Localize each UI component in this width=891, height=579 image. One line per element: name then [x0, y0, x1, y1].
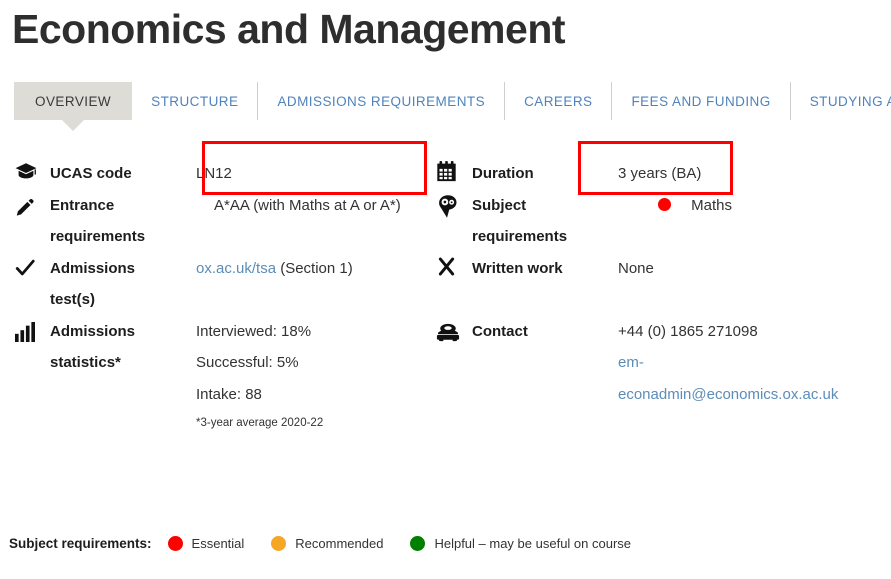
tab-label: STRUCTURE: [151, 93, 239, 109]
tab-structure[interactable]: STRUCTURE: [132, 82, 259, 120]
info-label: Admissions statistics*: [50, 316, 196, 379]
info-row-subject-requirements: Subject requirements Maths: [436, 140, 891, 253]
info-value-duration: 3 years (BA): [618, 165, 702, 182]
subject-requirement-label: Maths: [691, 196, 733, 214]
info-value-entrance-requirements: A*AA (with Maths at A or A*): [214, 196, 401, 214]
stat-line-intake: Intake: 88: [196, 385, 262, 403]
info-column-right: Duration 3 years (BA) Subject requiremen…: [436, 140, 891, 411]
cross-icon: [436, 253, 472, 277]
info-row-entrance-requirements: Entrance requirements A*AA (with Maths a…: [14, 140, 434, 253]
info-label-line-1: Subject: [472, 196, 527, 214]
tab-careers[interactable]: CAREERS: [505, 82, 613, 120]
tab-label: FEES AND FUNDING: [631, 93, 771, 109]
info-label-line-1: Admissions: [50, 322, 136, 340]
legend-label: Essential: [191, 536, 245, 551]
stat-line-successful: Successful: 5%: [196, 354, 299, 372]
info-value-admissions-statistics: Interviewed: 18% Successful: 5% Intake: …: [196, 316, 434, 437]
legend-item-recommended: Recommended: [271, 536, 383, 551]
tab-bar: OVERVIEW STRUCTURE ADMISSIONS REQUIREMEN…: [14, 82, 891, 120]
info-value-subject-requirements: Maths: [618, 190, 891, 222]
tab-label: ADMISSIONS REQUIREMENTS: [277, 93, 486, 109]
info-column-left: UCAS code LN12 Entrance requirements A*A…: [14, 140, 434, 437]
legend-title: Subject requirements:: [9, 536, 152, 551]
info-row-duration: Duration 3 years (BA): [436, 158, 891, 190]
info-row-written-work: Written work None: [436, 253, 891, 316]
legend-dot-essential: [167, 536, 183, 551]
info-label: Subject requirements: [472, 190, 618, 253]
admissions-statistics-footnote: *3-year average 2020-22: [196, 417, 324, 430]
legend-dot-helpful: [410, 536, 426, 551]
tab-label: CAREERS: [524, 93, 593, 109]
tab-label: STUDYING AT OXFORD: [809, 93, 891, 109]
tab-admissions-requirements[interactable]: ADMISSIONS REQUIREMENTS: [258, 82, 506, 120]
stat-line-interviewed: Interviewed: 18%: [196, 322, 312, 340]
contact-phone: +44 (0) 1865 271098: [618, 322, 758, 340]
info-value-written-work: None: [618, 259, 654, 277]
admissions-test-section: (Section 1): [276, 259, 353, 277]
info-label-line-1: Entrance: [50, 196, 115, 214]
legend-item-essential: Essential: [167, 536, 245, 551]
legend-item-helpful: Helpful – may be useful on course: [410, 536, 631, 551]
legend-dot-recommended: [271, 536, 287, 551]
info-label: Contact: [472, 322, 528, 340]
info-value-ucas-code: LN12: [196, 165, 232, 182]
head-gears-icon: [436, 190, 472, 219]
info-label: Written work: [472, 259, 563, 277]
check-icon: [14, 253, 50, 279]
info-label-line-2: requirements: [472, 228, 568, 246]
info-row-admissions-test: Admissions test(s) ox.ac.uk/tsa (Section…: [14, 253, 434, 316]
tab-overview[interactable]: OVERVIEW: [14, 82, 133, 120]
info-label: UCAS code: [50, 165, 132, 182]
graduation-cap-icon: [14, 158, 50, 184]
tab-label: OVERVIEW: [35, 93, 112, 109]
page-title: Economics and Management: [12, 6, 566, 52]
legend-label: Helpful – may be useful on course: [434, 536, 632, 551]
info-label: Admissions test(s): [50, 253, 196, 316]
subject-requirements-legend: Subject requirements: Essential Recommen…: [9, 536, 658, 551]
info-label: Entrance requirements: [50, 190, 196, 253]
info-row-contact: Contact +44 (0) 1865 271098 em- econadmi…: [436, 316, 891, 411]
info-label: Duration: [472, 165, 534, 182]
info-value-admissions-test: ox.ac.uk/tsa (Section 1): [196, 253, 434, 285]
info-label-line-2: statistics*: [50, 354, 121, 372]
tab-fees-and-funding[interactable]: FEES AND FUNDING: [612, 82, 791, 120]
info-row-ucas-code: UCAS code LN12: [14, 158, 434, 190]
calendar-icon: [436, 158, 472, 182]
info-label-line-2: test(s): [50, 291, 96, 309]
pencil-icon: [14, 190, 50, 218]
contact-email-link-line-2[interactable]: econadmin@economics.ox.ac.uk: [618, 379, 891, 411]
info-label-line-2: requirements: [50, 228, 146, 246]
contact-email-link-line-1[interactable]: em-: [618, 347, 891, 379]
tab-studying-at-oxford[interactable]: STUDYING AT OXFORD: [791, 82, 891, 120]
info-label-line-1: Admissions: [50, 259, 136, 277]
subject-requirement-dot-essential: [658, 197, 671, 211]
bar-chart-icon: [14, 316, 50, 342]
info-row-admissions-statistics: Admissions statistics* Interviewed: 18% …: [14, 316, 434, 437]
telephone-icon: [436, 316, 472, 342]
info-value-contact: +44 (0) 1865 271098 em- econadmin@econom…: [618, 316, 891, 411]
legend-label: Recommended: [295, 536, 384, 551]
admissions-test-link[interactable]: ox.ac.uk/tsa: [196, 260, 276, 277]
